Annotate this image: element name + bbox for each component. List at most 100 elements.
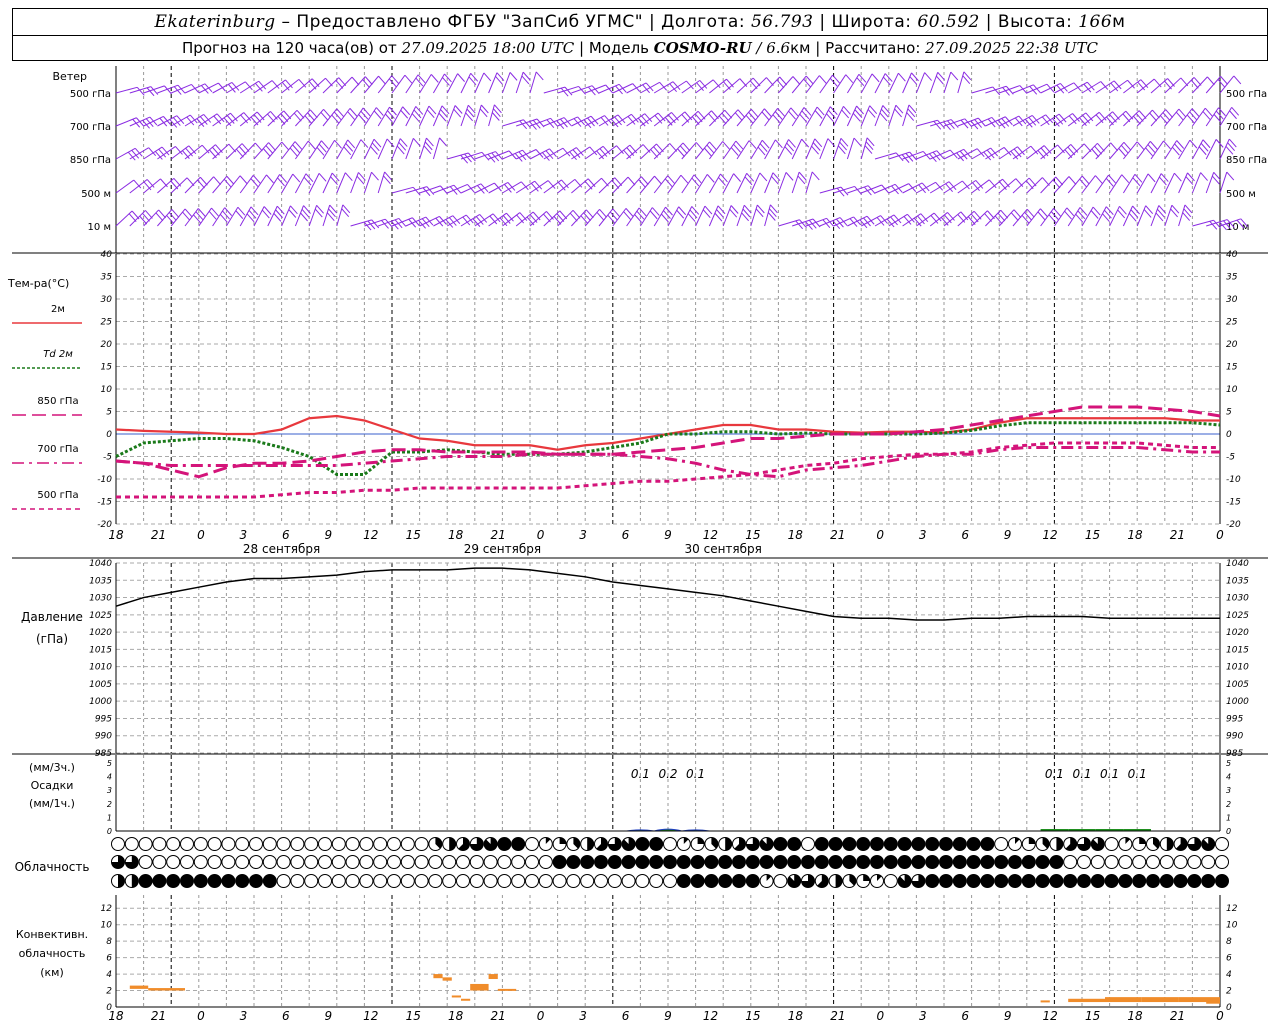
wind-barb-flag [895, 152, 904, 162]
cloud-symbol [276, 837, 291, 851]
wind-barb-flag [1226, 171, 1235, 181]
pressure-tick-left: 1020 [89, 628, 112, 638]
pressure-tick-right: 1000 [1226, 697, 1249, 707]
hour-label: 18 [448, 528, 464, 542]
hour-label-bottom: 18 [1127, 1009, 1143, 1023]
cloud-symbol [456, 855, 470, 869]
wind-barb [1205, 139, 1217, 160]
legend-label: 700 гПа [37, 444, 78, 455]
legend-label: 500 гПа [37, 490, 78, 501]
wind-barb [322, 172, 333, 194]
hour-label: 12 [1042, 528, 1057, 542]
cloud-symbol [1077, 874, 1091, 888]
hour-label-bottom: 0 [197, 1009, 205, 1023]
cloud-symbol [442, 874, 457, 888]
wind-barb [143, 209, 159, 227]
temp-tick-left: 15 [101, 363, 113, 373]
cloud-symbol [690, 855, 705, 869]
cloud-symbol [207, 855, 222, 869]
cloud-symbol [304, 874, 319, 888]
cloud-symbol-fill [1166, 837, 1174, 851]
wind-barb [129, 210, 146, 227]
hour-label-bottom: 0 [537, 1009, 545, 1023]
wind-barb-flag [785, 172, 794, 181]
wind-barb [1164, 205, 1173, 227]
conv-cloud-bar [451, 995, 461, 998]
cloud-symbol [1187, 874, 1202, 888]
cloud-symbol [814, 855, 829, 869]
cloud-cover-panel: Облачность [15, 837, 1229, 888]
cloud-symbol [580, 874, 595, 888]
wind-barb [1178, 77, 1195, 94]
wind-barb [1040, 144, 1058, 160]
cloud-symbol [138, 855, 153, 869]
cloud-symbol [842, 837, 857, 851]
temp-tick-left: -15 [97, 498, 112, 508]
cloud-symbol [870, 855, 884, 869]
conv-cloud-bar [1040, 1000, 1050, 1003]
cloud-symbol [676, 874, 691, 888]
temp-title: Тем-ра(°C) [7, 277, 69, 290]
cloud-symbol [442, 855, 457, 869]
cloud-symbol [676, 855, 691, 869]
wind-barb [1081, 206, 1094, 227]
hour-label-bottom: 15 [1085, 1009, 1100, 1023]
hour-label-bottom: 15 [406, 1009, 421, 1023]
cloud-symbol [952, 874, 967, 888]
wind-barb [764, 139, 776, 160]
wind-barb-flag [654, 175, 662, 185]
cloud-symbol [111, 837, 125, 851]
cloud-symbol [649, 837, 664, 851]
hour-label-bottom: 0 [876, 1009, 884, 1023]
wind-barb-flag [574, 179, 583, 188]
cloud-symbol [538, 855, 553, 869]
cloud-symbol [331, 855, 346, 869]
cloud-symbol [994, 837, 1009, 851]
wind-barb [1081, 142, 1098, 160]
conv-tick-right: 8 [1226, 937, 1232, 947]
hour-label: 9 [324, 528, 332, 542]
wind-barb [791, 171, 800, 194]
temp-tick-right: 30 [1226, 295, 1238, 305]
precip-tick-right: 4 [1226, 773, 1231, 782]
precip-unit-3h: (мм/3ч.) [29, 761, 75, 774]
precip-tick-right: 0 [1226, 827, 1231, 836]
wind-barb [846, 137, 855, 160]
cloud-symbol [400, 837, 415, 851]
cloud-symbol [1173, 855, 1188, 869]
wind-barb [336, 76, 353, 94]
cloud-symbol [1215, 837, 1229, 851]
wind-barb [708, 173, 721, 194]
pressure-tick-right: 1030 [1226, 594, 1249, 604]
wind-barb [529, 71, 537, 94]
legend-label: 850 гПа [37, 396, 78, 407]
wind-barb-flag [950, 71, 959, 81]
wind-barb [1191, 172, 1202, 194]
pressure-tick-right: 1035 [1226, 576, 1249, 586]
cloud-symbol [345, 855, 360, 869]
hour-label: 6 [961, 528, 969, 542]
pressure-unit: (гПа) [36, 632, 68, 646]
cloud-symbol [1201, 874, 1216, 888]
wind-barb-flag [1095, 175, 1103, 184]
temp-tick-left: -10 [97, 475, 112, 485]
wind-barb-flag [1173, 172, 1182, 182]
cloud-symbol [814, 837, 829, 851]
cloud-symbol [870, 837, 884, 851]
wind-barb [501, 72, 511, 94]
cloud-symbol [345, 874, 360, 888]
hour-label: 21 [1170, 528, 1185, 542]
wind-barb [736, 173, 748, 194]
temp-tick-right: 20 [1226, 340, 1238, 350]
cloud-symbol [221, 874, 236, 888]
cloud-symbol [704, 855, 719, 869]
wind-level-label-right: 500 м [1226, 189, 1256, 200]
wind-barb [115, 210, 133, 227]
wind-title: Ветер [53, 70, 87, 83]
cloud-symbol [952, 855, 967, 869]
cloud-symbol [1035, 874, 1050, 888]
pressure-title: Давление [21, 610, 83, 624]
hour-label: 9 [664, 528, 672, 542]
wind-barb [1109, 110, 1127, 127]
cloud-symbol [635, 855, 650, 869]
